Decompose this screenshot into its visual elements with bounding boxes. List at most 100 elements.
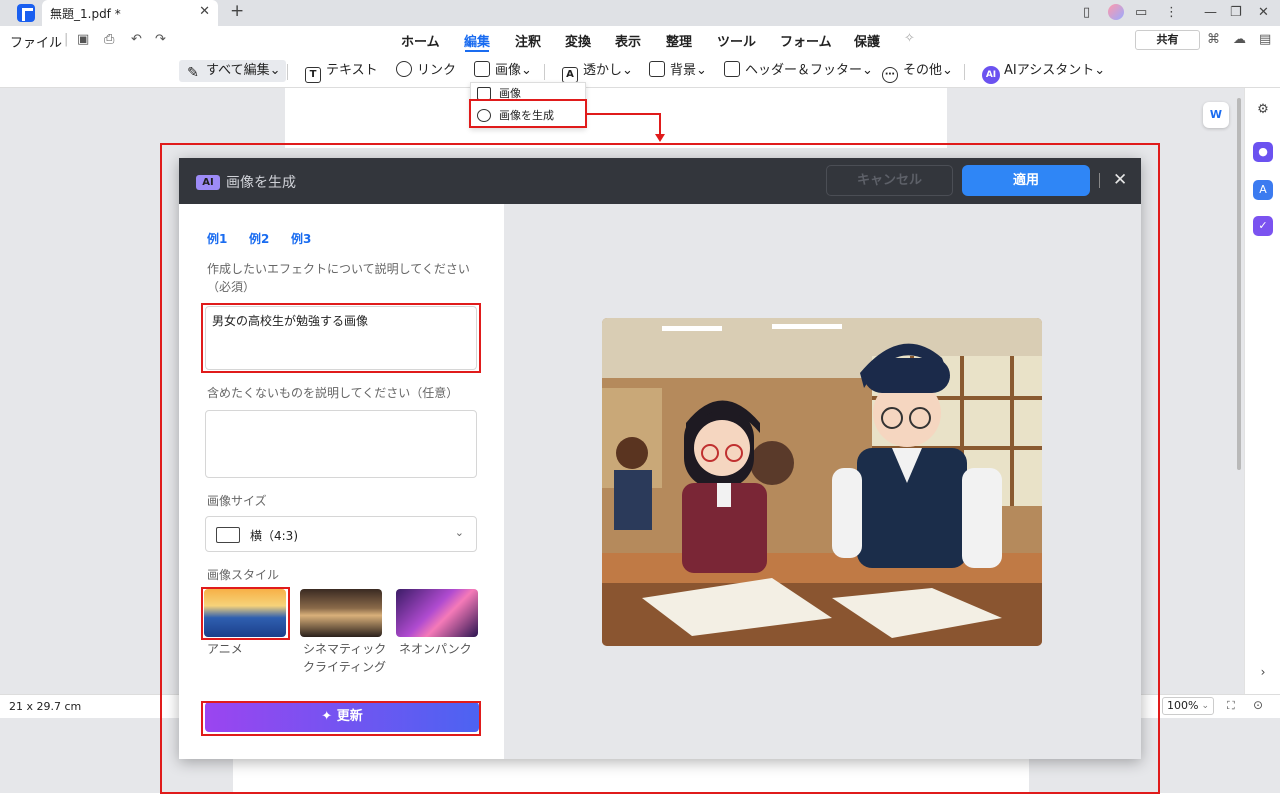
image-size-label: 画像サイズ: [207, 494, 267, 508]
cancel-button[interactable]: キャンセル: [826, 165, 953, 196]
link-button[interactable]: リンク: [396, 60, 456, 82]
menu-item-generate-image[interactable]: 画像を生成: [471, 105, 585, 127]
checklist-icon[interactable]: ✓: [1253, 216, 1273, 236]
edit-all-button[interactable]: ✎ すべて編集⌄: [179, 60, 287, 82]
redo-icon[interactable]: ↷: [155, 32, 166, 47]
style-anime-label: アニメ: [207, 642, 243, 656]
prompt-label: 作成したいエフェクトについて説明してください（必須）: [207, 262, 470, 294]
apply-button[interactable]: 適用: [962, 165, 1090, 196]
tab-title: 無題_1.pdf *: [50, 7, 121, 21]
dialog-close-icon[interactable]: ✕: [1113, 170, 1127, 190]
page-size-readout: 21 x 29.7 cm: [9, 700, 82, 713]
tab-edit[interactable]: 編集: [464, 31, 490, 50]
fit-screen-icon[interactable]: ⛶: [1227, 699, 1235, 713]
menu-item-generate-label: 画像を生成: [499, 109, 554, 122]
panel-toggle-icon[interactable]: ▤: [1259, 32, 1271, 47]
update-button[interactable]: ✦ 更新: [205, 702, 479, 732]
tab-protect[interactable]: 保護: [854, 31, 880, 50]
image-button[interactable]: 画像⌄: [474, 60, 532, 82]
vertical-scrollbar[interactable]: [1237, 98, 1241, 470]
background-button[interactable]: 背景⌄: [649, 60, 707, 82]
prompt-textarea[interactable]: 男女の高校生が勉強する画像: [205, 306, 477, 370]
ai-badge: AI: [196, 175, 220, 190]
tab-organize[interactable]: 整理: [666, 31, 692, 50]
annotation-arrow: [587, 113, 661, 115]
image-size-select[interactable]: 横（4:3) ⌄: [205, 516, 477, 552]
cloud-upload-icon[interactable]: ☁: [1233, 32, 1246, 47]
style-neonpunk-label: ネオンパンク: [399, 642, 472, 656]
new-tab-button[interactable]: +: [230, 1, 244, 21]
file-menu[interactable]: ファイル: [10, 32, 62, 51]
tab-tools[interactable]: ツール: [717, 31, 756, 50]
ai-assistant-label: AIアシスタント⌄: [1004, 63, 1106, 78]
image-dropdown-menu: 画像 画像を生成: [470, 82, 586, 128]
tab-view[interactable]: 表示: [615, 31, 641, 50]
tab-annotate[interactable]: 注釈: [515, 31, 541, 50]
share-button[interactable]: 共有: [1135, 30, 1200, 50]
save-icon[interactable]: ▣: [77, 32, 89, 47]
example-2-link[interactable]: 例2: [249, 230, 269, 247]
toolbar-divider: [544, 64, 545, 80]
header-divider: [1099, 173, 1100, 188]
update-label: 更新: [336, 709, 363, 724]
negative-prompt-label: 含めたくないものを説明してください（任意）: [207, 386, 459, 400]
chevron-circle-icon[interactable]: ⊙: [1253, 698, 1263, 712]
more-menu-icon[interactable]: ⋮: [1165, 5, 1178, 20]
tab-home[interactable]: ホーム: [401, 31, 440, 50]
background-label: 背景⌄: [670, 63, 707, 78]
divider: |: [64, 32, 69, 47]
more-tools-button[interactable]: ⋯ その他⌄: [882, 60, 953, 83]
print-icon[interactable]: ⎙: [104, 32, 114, 47]
device-icon[interactable]: ▯: [1083, 5, 1090, 20]
lightbulb-icon[interactable]: ✧: [904, 31, 915, 46]
header-footer-label: ヘッダー＆フッター⌄: [745, 63, 873, 78]
restore-icon[interactable]: ❐: [1230, 5, 1242, 20]
image-icon: [474, 61, 490, 77]
watermark-icon: A: [562, 67, 578, 83]
title-bar: 無題_1.pdf * ✕ + ▯ ▭ ⋮ — ❐ ✕: [0, 0, 1280, 26]
tab-convert[interactable]: 変換: [565, 31, 591, 50]
undo-icon[interactable]: ↶: [131, 32, 142, 47]
negative-prompt-textarea[interactable]: [205, 410, 477, 478]
style-neonpunk-thumbnail[interactable]: [396, 589, 478, 637]
more-dots-icon: ⋯: [882, 67, 898, 83]
zoom-select[interactable]: 100% ⌄: [1162, 697, 1214, 715]
dialog-header: AI 画像を生成 キャンセル 適用 ✕: [179, 158, 1141, 204]
sparkle-icon: ✦: [321, 709, 337, 724]
menu-item-image[interactable]: 画像: [471, 83, 585, 105]
style-cinematic-thumbnail[interactable]: [300, 589, 382, 637]
image-size-value: 横（4:3): [250, 529, 298, 543]
avatar[interactable]: [1108, 4, 1124, 20]
window-close-icon[interactable]: ✕: [1258, 5, 1269, 20]
header-footer-button[interactable]: ヘッダー＆フッター⌄: [724, 60, 873, 82]
translate-icon[interactable]: A: [1253, 180, 1273, 200]
toolbar-divider: [287, 64, 288, 80]
ai-assistant-button[interactable]: AI AIアシスタント⌄: [982, 60, 1106, 84]
chevron-down-icon: ⌄: [454, 526, 464, 539]
example-3-link[interactable]: 例3: [291, 230, 311, 247]
text-label: テキスト: [326, 63, 378, 78]
pdf-page[interactable]: [285, 88, 947, 148]
document-tab[interactable]: 無題_1.pdf * ✕: [42, 0, 218, 26]
chevron-down-icon: ⌄: [1201, 701, 1209, 711]
edit-toolbar: ✎ すべて編集⌄ T テキスト リンク 画像⌄ A 透かし⌄ 背景⌄ ヘッダー＆フッタ…: [0, 54, 1280, 88]
text-button[interactable]: T テキスト: [305, 60, 378, 83]
translate-float-icon[interactable]: W: [1203, 102, 1229, 128]
minimize-icon[interactable]: —: [1204, 5, 1217, 20]
example-1-link[interactable]: 例1: [207, 230, 227, 247]
tab-close-icon[interactable]: ✕: [199, 4, 210, 19]
ai-assistant-icon: AI: [982, 66, 1000, 84]
landscape-ratio-icon: [216, 527, 240, 543]
ai-bot-icon[interactable]: ●: [1253, 142, 1273, 162]
image-icon: [477, 87, 491, 100]
annotation-arrow-head: [655, 134, 665, 142]
comment-icon[interactable]: ▭: [1135, 5, 1147, 20]
watermark-label: 透かし⌄: [583, 63, 633, 78]
style-anime-thumbnail[interactable]: [204, 589, 286, 637]
header-footer-icon: [724, 61, 740, 77]
settings-sliders-icon[interactable]: ⚙: [1253, 100, 1273, 120]
tab-form[interactable]: フォーム: [780, 31, 832, 50]
watermark-button[interactable]: A 透かし⌄: [562, 60, 633, 83]
chevron-right-icon[interactable]: ›: [1253, 662, 1273, 682]
network-icon[interactable]: ⌘: [1207, 32, 1220, 47]
